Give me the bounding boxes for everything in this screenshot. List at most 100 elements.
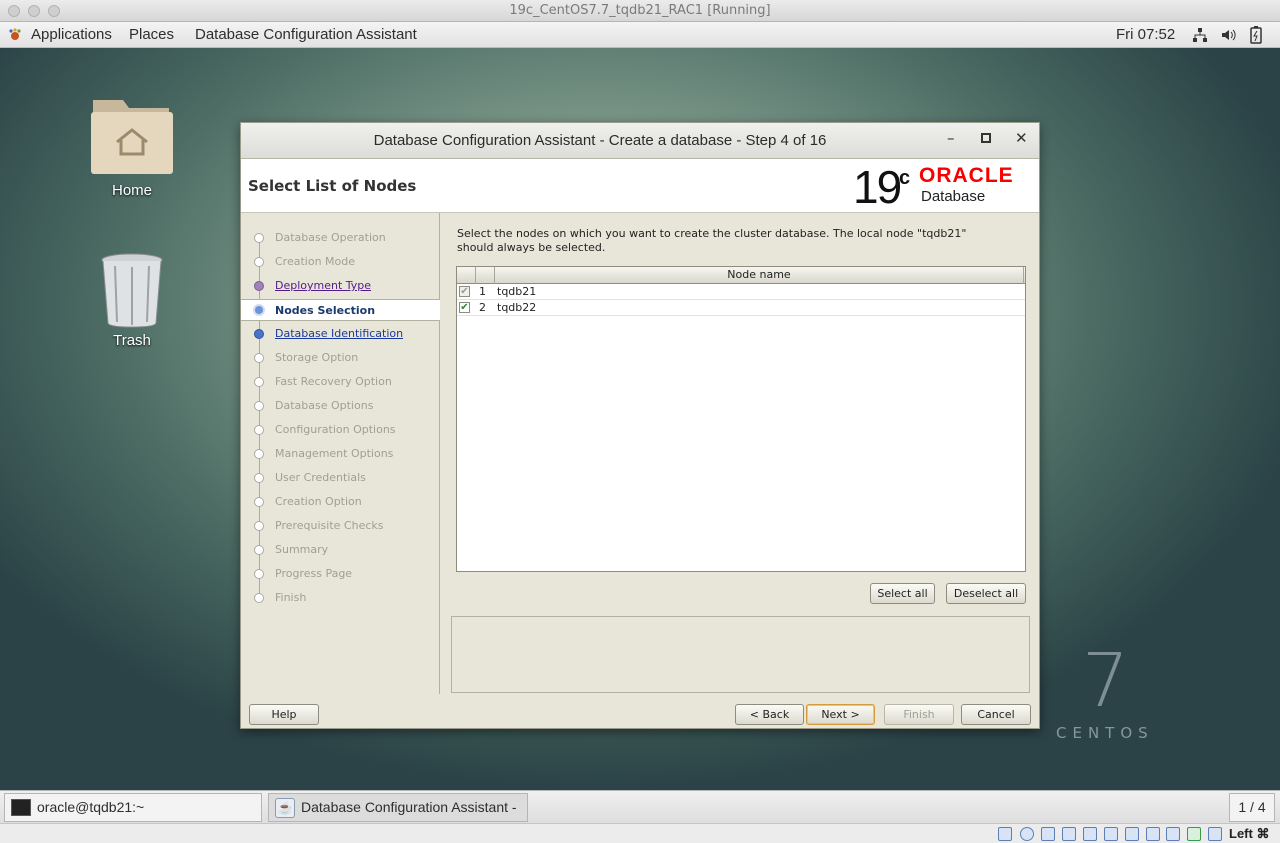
table-header: Node name bbox=[457, 267, 1025, 284]
header-number-col bbox=[476, 267, 495, 284]
gnome-foot-icon bbox=[8, 28, 22, 42]
mouse-integration-icon[interactable] bbox=[1208, 827, 1222, 841]
home-folder-icon bbox=[91, 100, 173, 174]
maximize-icon[interactable] bbox=[981, 133, 991, 143]
header-node-name[interactable]: Node name bbox=[495, 267, 1024, 284]
step-label: User Credentials bbox=[275, 471, 366, 484]
step-marker-icon bbox=[254, 353, 264, 363]
taskbar: oracle@tqdb21:~ ☕ Database Configuration… bbox=[0, 790, 1280, 842]
audio-icon[interactable] bbox=[1041, 827, 1055, 841]
vm-statusbar: Left ⌘ bbox=[0, 823, 1280, 843]
terminal-icon bbox=[11, 799, 31, 816]
trash-label: Trash bbox=[113, 332, 151, 349]
step-label: Prerequisite Checks bbox=[275, 519, 384, 532]
cancel-button[interactable]: Cancel bbox=[961, 704, 1031, 725]
trash-icon bbox=[101, 253, 163, 328]
host-titlebar: 19c_CentOS7.7_tqdb21_RAC1 [Running] bbox=[0, 0, 1280, 22]
step-creation-mode: Creation Mode bbox=[241, 251, 440, 273]
desktop-home[interactable]: Home bbox=[77, 94, 187, 199]
step-marker-icon bbox=[254, 377, 264, 387]
step-management-options: Management Options bbox=[241, 443, 440, 465]
oracle-version: 19 bbox=[853, 161, 902, 213]
step-label: Summary bbox=[275, 543, 329, 556]
taskbar-terminal-label: oracle@tqdb21:~ bbox=[37, 799, 145, 815]
taskbar-dbca[interactable]: ☕ Database Configuration Assistant - C..… bbox=[268, 793, 528, 842]
taskbar-terminal[interactable]: oracle@tqdb21:~ bbox=[4, 793, 262, 822]
step-label: Fast Recovery Option bbox=[275, 375, 392, 388]
node-2-checkbox[interactable]: ✔ bbox=[459, 302, 470, 313]
step-fast-recovery-option: Fast Recovery Option bbox=[241, 371, 440, 393]
step-marker-icon bbox=[254, 329, 264, 339]
table-row[interactable]: ✔ 1 tqdb21 bbox=[457, 284, 1025, 300]
home-label: Home bbox=[111, 182, 152, 199]
optical-drive-icon[interactable] bbox=[1020, 827, 1034, 841]
step-marker-icon bbox=[254, 257, 264, 267]
places-menu[interactable]: Places bbox=[129, 26, 174, 43]
step-database-options: Database Options bbox=[241, 395, 440, 417]
oracle-version-suffix: c bbox=[899, 167, 911, 189]
dialog-title: Database Configuration Assistant - Creat… bbox=[373, 132, 827, 149]
dialog-header: Select List of Nodes 19 c ORACLE Databas… bbox=[241, 159, 1039, 213]
step-marker-icon bbox=[254, 521, 264, 531]
dialog-titlebar[interactable]: Database Configuration Assistant - Creat… bbox=[241, 123, 1039, 159]
deselect-all-button[interactable]: Deselect all bbox=[946, 583, 1026, 604]
table-row[interactable]: ✔ 2 tqdb22 bbox=[457, 300, 1025, 316]
step-marker-icon bbox=[254, 593, 264, 603]
help-button[interactable]: Help bbox=[249, 704, 319, 725]
step-label: Creation Option bbox=[275, 495, 362, 508]
step-marker-icon bbox=[254, 401, 264, 411]
network-icon[interactable] bbox=[1192, 27, 1208, 47]
step-marker-icon bbox=[254, 281, 264, 291]
video-capture-icon[interactable] bbox=[1146, 827, 1160, 841]
clock[interactable]: Fri 07:52 bbox=[1116, 26, 1175, 43]
step-label: Finish bbox=[275, 591, 307, 604]
desktop-trash[interactable]: Trash bbox=[77, 252, 187, 349]
usb-icon[interactable] bbox=[1083, 827, 1097, 841]
step-label: Database Operation bbox=[275, 231, 386, 244]
minimize-icon[interactable]: – bbox=[947, 129, 955, 147]
step-database-operation: Database Operation bbox=[241, 227, 440, 249]
step-marker-icon bbox=[254, 545, 264, 555]
step-label: Nodes Selection bbox=[275, 304, 376, 317]
volume-icon[interactable] bbox=[1220, 27, 1236, 47]
select-all-button[interactable]: Select all bbox=[870, 583, 935, 604]
virtualization-icon[interactable] bbox=[1166, 827, 1180, 841]
battery-icon[interactable] bbox=[1250, 26, 1262, 48]
centos-watermark-number: 7 bbox=[1082, 638, 1130, 724]
instruction-line-1: Select the nodes on which you want to cr… bbox=[457, 227, 967, 240]
step-deployment-type[interactable]: Deployment Type bbox=[241, 275, 440, 297]
step-label: Configuration Options bbox=[275, 423, 396, 436]
host-key-label: Left ⌘ bbox=[1229, 826, 1270, 841]
workspace-switcher[interactable]: 1 / 4 bbox=[1229, 793, 1275, 822]
node-1-number: 1 bbox=[479, 285, 486, 298]
app-menu[interactable]: Database Configuration Assistant bbox=[195, 26, 417, 43]
instruction-text: Select the nodes on which you want to cr… bbox=[457, 227, 1017, 255]
next-button[interactable]: Next > bbox=[806, 704, 875, 725]
instruction-line-2: should always be selected. bbox=[457, 241, 606, 254]
back-button[interactable]: < Back bbox=[735, 704, 804, 725]
hdd-icon[interactable] bbox=[998, 827, 1012, 841]
step-prerequisite-checks: Prerequisite Checks bbox=[241, 515, 440, 537]
applications-menu[interactable]: Applications bbox=[31, 26, 112, 43]
node-1-checkbox: ✔ bbox=[459, 286, 470, 297]
step-nodes-selection[interactable]: Nodes Selection bbox=[241, 299, 440, 321]
step-label: Creation Mode bbox=[275, 255, 356, 268]
shared-folders-icon[interactable] bbox=[1104, 827, 1118, 841]
step-label: Deployment Type bbox=[275, 279, 372, 292]
guest-additions-icon[interactable] bbox=[1187, 827, 1201, 841]
finish-button: Finish bbox=[884, 704, 954, 725]
network-adapter-icon[interactable] bbox=[1062, 827, 1076, 841]
steps-navigator: Database Operation Creation Mode Deploymen… bbox=[241, 213, 440, 694]
step-creation-option: Creation Option bbox=[241, 491, 440, 513]
step-label: Database Options bbox=[275, 399, 374, 412]
close-icon[interactable]: ✕ bbox=[1015, 129, 1028, 147]
oracle-brand: ORACLE bbox=[919, 164, 1014, 187]
oracle-product: Database bbox=[921, 188, 986, 205]
dbca-dialog: Database Configuration Assistant - Creat… bbox=[240, 122, 1040, 729]
step-label: Management Options bbox=[275, 447, 394, 460]
step-configuration-options: Configuration Options bbox=[241, 419, 440, 441]
display-icon[interactable] bbox=[1125, 827, 1139, 841]
step-database-identification[interactable]: Database Identification bbox=[241, 323, 440, 345]
nodes-table: Node name ✔ 1 tqdb21 ✔ 2 tqdb22 bbox=[456, 266, 1026, 572]
step-marker-icon bbox=[254, 497, 264, 507]
